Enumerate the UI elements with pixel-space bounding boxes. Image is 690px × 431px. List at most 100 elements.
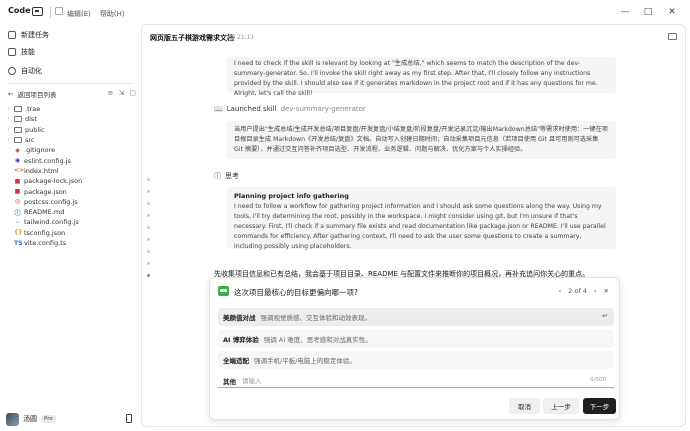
timeline-dot — [147, 226, 150, 229]
info-icon: ⓘ — [214, 172, 221, 180]
option-title: 美颜值对战 — [223, 314, 256, 322]
other-input[interactable] — [242, 376, 572, 385]
file-type-icon: {} — [14, 229, 23, 237]
think-row[interactable]: ⓘ 思考 — [214, 171, 239, 181]
question-dialog: 这次项目最核心的目标更偏向哪一项? ‹ 2 of 4 › ✕ 美颜值对战 强调视… — [209, 277, 620, 420]
tree-file[interactable]: ◆ .gitignore — [6, 145, 136, 155]
title-bar: Code 编辑(E) 帮助(H) — □ ✕ — [0, 0, 690, 24]
back-to-projects[interactable]: ← 返回项目列表 ≡ ⇲ ▢ — [8, 88, 136, 100]
launched-skill-label: Launched skill — [226, 105, 277, 113]
nav-new-task[interactable]: 新建任务 — [8, 28, 49, 42]
close-icon[interactable]: ✕ — [664, 5, 680, 19]
folder-icon — [14, 126, 22, 133]
menu-help[interactable]: 帮助(H) — [100, 9, 125, 19]
list-view-icon[interactable]: ≡ — [108, 89, 114, 97]
thinking-title: Planning project info gathering — [234, 192, 349, 200]
tree-item-name: package.json — [24, 187, 67, 196]
file-type-icon: ■ — [14, 188, 21, 196]
sidebar-divider — [8, 83, 133, 84]
phone-icon[interactable] — [126, 414, 132, 423]
cloud-icon — [228, 35, 235, 39]
tree-folder[interactable]: › src — [6, 135, 136, 145]
question-pager: ‹ 2 of 4 › ✕ — [559, 287, 609, 295]
tree-folder[interactable]: › public — [6, 125, 136, 135]
tree-file[interactable]: ⓘ README.md — [6, 207, 136, 217]
timeline-dot-current — [147, 274, 150, 277]
pro-badge: Pro — [41, 415, 56, 423]
collapse-icon[interactable]: ⇲ — [119, 89, 125, 97]
assistant-message: 先收集项目信息和已有总结，我会基于项目目录、README 与配置文件来推断你的项… — [214, 270, 590, 277]
option-3[interactable]: 全端适配 强调手机/平板/电脑上的稳定体验。 — [218, 351, 614, 369]
tree-file[interactable]: ~ tailwind.config.js — [6, 217, 136, 227]
other-option[interactable]: 其他 0/500 — [218, 374, 614, 388]
skill-description-card: 当用户提出"生成总结/生成开发总结/项目复盘/开发复盘/小结复盘/阶段复盘/开发… — [227, 121, 616, 159]
think-label: 思考 — [225, 172, 239, 180]
nav-skills[interactable]: 技能 — [8, 45, 35, 59]
file-type-icon: ◉ — [14, 157, 21, 165]
app-terminal-icon — [32, 7, 43, 16]
menu-edit[interactable]: 编辑(E) — [67, 9, 91, 19]
nav-automation[interactable]: 自动化 — [8, 64, 42, 78]
tree-file[interactable]: ■ package.json — [6, 186, 136, 196]
new-file-icon[interactable]: ▢ — [129, 89, 136, 97]
thinking-card-top: I need to check if the skill is relevant… — [227, 57, 616, 97]
timeline-dot — [147, 262, 150, 265]
tree-item-name: postcss.config.js — [24, 197, 78, 206]
tree-folder[interactable]: › dist — [6, 114, 136, 124]
char-counter: 0/500 — [590, 377, 606, 383]
tree-tools: ≡ ⇲ ▢ — [108, 89, 136, 97]
user-profile[interactable]: 汤圆 Pro — [6, 411, 136, 427]
cancel-button[interactable]: 取消 — [509, 398, 540, 414]
option-2[interactable]: AI 博弈体验 强调 AI 难度、思考感和对战真实性。 — [218, 330, 614, 348]
file-type-icon: ~ — [14, 218, 21, 226]
page-title: 网页版五子棋游戏需求文档 — [150, 34, 234, 42]
chat-bubble-icon — [218, 286, 229, 296]
tree-file[interactable]: ◉ eslint.config.js — [6, 155, 136, 165]
book-icon: 📖 — [214, 105, 223, 113]
thinking-text-top: I need to check if the skill is relevant… — [234, 60, 598, 97]
prev-step-button[interactable]: 上一步 — [543, 398, 579, 414]
file-type-icon: ⓘ — [14, 209, 21, 217]
sidebar: 新建任务 技能 自动化 ← 返回项目列表 ≡ ⇲ ▢ › .trae › dist › p… — [0, 24, 141, 431]
next-question-icon[interactable]: › — [594, 287, 597, 295]
tree-file[interactable]: <> index.html — [6, 166, 136, 176]
option-title: AI 博弈体验 — [223, 336, 259, 344]
option-1[interactable]: 美颜值对战 强调视觉质感、交互体验和动效表现。 ↵ — [218, 308, 614, 326]
tree-file[interactable]: ◎ postcss.config.js — [6, 197, 136, 207]
tree-item-name: dist — [25, 115, 37, 124]
tree-file[interactable]: ■ package-lock.json — [6, 176, 136, 186]
minimize-icon[interactable]: — — [617, 5, 633, 19]
next-step-button[interactable]: 下一步 — [583, 398, 616, 414]
timeline-dot — [147, 214, 150, 217]
nav-new-task-label: 新建任务 — [21, 31, 49, 39]
tree-item-name: vite.config.ts — [24, 239, 67, 247]
panel-toggle-icon[interactable] — [668, 33, 677, 40]
maximize-icon[interactable]: □ — [640, 5, 656, 19]
dialog-close-icon[interactable]: ✕ — [604, 287, 609, 295]
option-title: 全端适配 — [223, 357, 249, 365]
avatar — [6, 412, 19, 426]
prev-question-icon[interactable]: ‹ — [559, 287, 562, 295]
back-arrow-icon: ← — [8, 90, 14, 98]
tree-file[interactable]: TS vite.config.ts — [6, 238, 136, 248]
file-type-icon: ■ — [14, 177, 21, 185]
tree-folder[interactable]: › .trae — [6, 104, 136, 114]
tree-item-name: eslint.config.js — [24, 156, 71, 165]
file-type-icon: TS — [14, 239, 23, 247]
skill-description: 当用户提出"生成总结/生成开发总结/项目复盘/开发复盘/小结复盘/阶段复盘/开发… — [234, 126, 608, 153]
tree-item-name: public — [25, 125, 45, 134]
folder-icon — [14, 137, 22, 144]
skill-name: dev-summary-generator — [280, 105, 366, 113]
folder-icon — [14, 106, 22, 113]
back-to-projects-label: 返回项目列表 — [17, 91, 57, 99]
thinking-body: I need to follow a workflow for gatherin… — [234, 203, 606, 250]
file-type-icon: <> — [14, 167, 25, 175]
automation-icon — [8, 67, 16, 75]
timeline-dot — [147, 178, 150, 181]
timeline-dot — [147, 250, 150, 253]
app-window: Code 编辑(E) 帮助(H) — □ ✕ 新建任务 技能 自动化 ← 返回项… — [0, 0, 690, 431]
tree-file[interactable]: {} tsconfig.json — [6, 228, 136, 238]
title-divider — [50, 6, 51, 18]
user-name: 汤圆 — [23, 415, 37, 423]
launched-skill-row[interactable]: 📖 Launched skill dev-summary-generator — [214, 105, 366, 113]
